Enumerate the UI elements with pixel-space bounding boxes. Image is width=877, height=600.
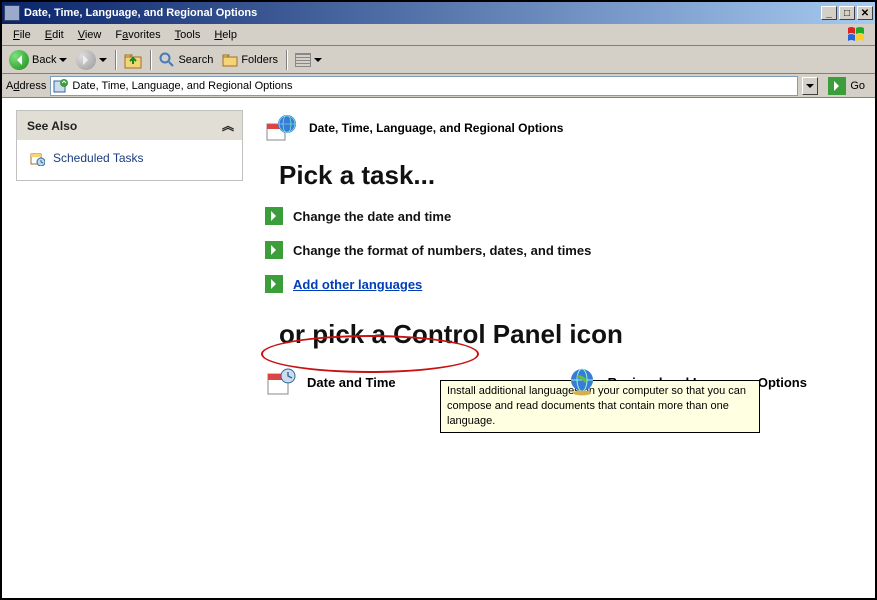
- task-label: Add other languages: [293, 277, 422, 292]
- menu-edit-label: dit: [52, 29, 64, 41]
- forward-dropdown-icon[interactable]: [99, 58, 107, 66]
- folders-icon: [222, 52, 238, 68]
- content-area: See Also ︽ Scheduled Tasks: [2, 98, 875, 598]
- go-button[interactable]: Go: [822, 77, 871, 95]
- menu-view-label: iew: [85, 29, 102, 41]
- task-label: Change the date and time: [293, 209, 451, 224]
- menu-favorites-label: vorites: [128, 29, 160, 41]
- up-icon: [124, 51, 142, 69]
- folders-label: Folders: [241, 54, 278, 66]
- date-time-icon: [265, 366, 297, 398]
- menu-favorites[interactable]: Favorites: [108, 27, 167, 43]
- sidebar-item-scheduled-tasks[interactable]: Scheduled Tasks: [29, 150, 230, 166]
- chevron-down-icon: [806, 84, 814, 92]
- see-also-header[interactable]: See Also ︽: [17, 111, 242, 140]
- task-change-date-time[interactable]: Change the date and time: [265, 207, 855, 225]
- back-button[interactable]: Back: [6, 48, 70, 72]
- toolbar-separator: [150, 50, 151, 70]
- tooltip: Install additional languages on your com…: [440, 380, 760, 433]
- go-label: Go: [850, 80, 865, 92]
- arrow-icon: [265, 207, 283, 225]
- menu-help[interactable]: Help: [207, 27, 244, 43]
- address-label: Address: [6, 80, 46, 92]
- address-dropdown-button[interactable]: [802, 77, 818, 95]
- forward-icon: [76, 50, 96, 70]
- see-also-panel: See Also ︽ Scheduled Tasks: [16, 110, 243, 181]
- cpl-date-time-label: Date and Time: [307, 375, 396, 390]
- cpl-date-time[interactable]: Date and Time: [265, 366, 396, 398]
- menu-file[interactable]: File: [6, 27, 38, 43]
- forward-button[interactable]: [73, 48, 110, 72]
- toolbar-separator: [286, 50, 287, 70]
- views-dropdown-icon[interactable]: [314, 58, 322, 66]
- menu-tools[interactable]: Tools: [168, 27, 208, 43]
- search-button[interactable]: Search: [156, 50, 216, 70]
- task-label: Change the format of numbers, dates, and…: [293, 243, 591, 258]
- arrow-icon: [265, 275, 283, 293]
- back-label: Back: [32, 54, 56, 66]
- window-icon: [4, 5, 20, 21]
- menu-edit[interactable]: Edit: [38, 27, 71, 43]
- address-input-wrap[interactable]: [50, 76, 798, 96]
- menu-bar: File Edit View Favorites Tools Help: [2, 24, 875, 46]
- address-input[interactable]: [72, 80, 795, 92]
- minimize-button[interactable]: _: [821, 6, 837, 20]
- views-icon: [295, 53, 311, 67]
- category-header: Date, Time, Language, and Regional Optio…: [265, 112, 855, 144]
- window-buttons: _ □ ✕: [821, 6, 873, 20]
- folders-button[interactable]: Folders: [219, 50, 281, 70]
- pick-a-task-heading: Pick a task...: [279, 160, 855, 191]
- main-content: Date, Time, Language, and Regional Optio…: [257, 98, 875, 598]
- control-panel-icon: [53, 78, 69, 94]
- side-panel: See Also ︽ Scheduled Tasks: [2, 98, 257, 598]
- up-button[interactable]: [121, 49, 145, 71]
- pick-cpl-heading: or pick a Control Panel icon: [279, 319, 855, 350]
- address-bar: Address Go: [2, 74, 875, 98]
- toolbar: Back Search Folders: [2, 46, 875, 74]
- search-label: Search: [178, 54, 213, 66]
- window-title: Date, Time, Language, and Regional Optio…: [24, 7, 821, 19]
- task-list: Change the date and time Change the form…: [265, 207, 855, 293]
- menu-help-label: elp: [222, 29, 237, 41]
- menu-file-label: ile: [20, 29, 31, 41]
- windows-logo-icon: [841, 26, 871, 44]
- search-icon: [159, 52, 175, 68]
- collapse-icon: ︽: [222, 117, 232, 134]
- see-also-title: See Also: [27, 119, 77, 133]
- category-title: Date, Time, Language, and Regional Optio…: [309, 121, 563, 135]
- task-change-formats[interactable]: Change the format of numbers, dates, and…: [265, 241, 855, 259]
- maximize-button[interactable]: □: [839, 6, 855, 20]
- globe-icon: [566, 366, 598, 398]
- back-icon: [9, 50, 29, 70]
- scheduled-tasks-icon: [29, 150, 45, 166]
- close-button[interactable]: ✕: [857, 6, 873, 20]
- arrow-icon: [265, 241, 283, 259]
- task-add-languages[interactable]: Add other languages: [265, 275, 855, 293]
- menu-view[interactable]: View: [71, 27, 109, 43]
- title-bar: Date, Time, Language, and Regional Optio…: [2, 2, 875, 24]
- go-icon: [828, 77, 846, 95]
- back-dropdown-icon[interactable]: [59, 58, 67, 66]
- globe-calendar-icon: [265, 112, 297, 144]
- toolbar-separator: [115, 50, 116, 70]
- see-also-body: Scheduled Tasks: [17, 140, 242, 180]
- menu-tools-label: ools: [180, 29, 200, 41]
- views-button[interactable]: [292, 51, 325, 69]
- scheduled-tasks-label: Scheduled Tasks: [53, 151, 144, 165]
